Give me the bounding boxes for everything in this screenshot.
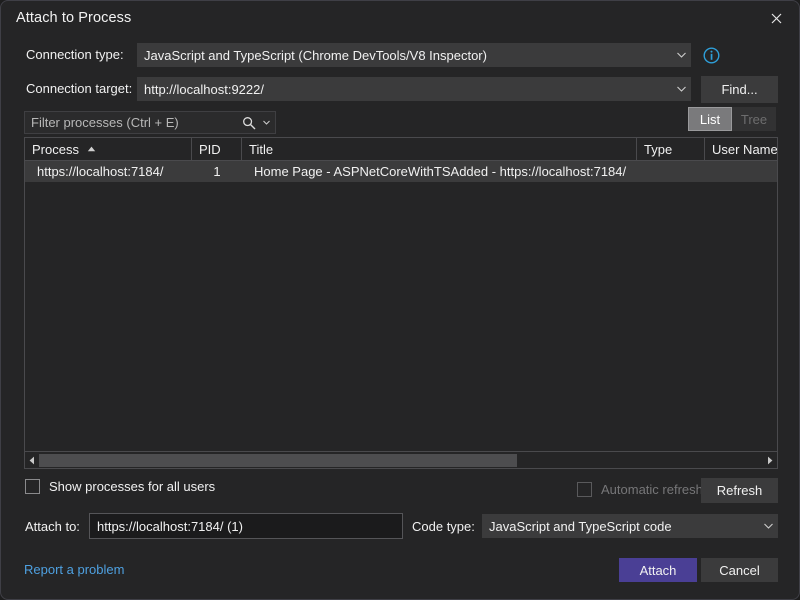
grid-horizontal-scrollbar[interactable] — [25, 451, 777, 468]
filter-placeholder: Filter processes (Ctrl + E) — [25, 115, 238, 130]
scrollbar-thumb[interactable] — [39, 454, 517, 467]
grid-column-header-title[interactable]: Title — [242, 138, 637, 160]
automatic-refresh-checkbox[interactable]: Automatic refresh — [577, 482, 703, 497]
connection-target-combobox[interactable]: http://localhost:9222/ — [137, 77, 691, 101]
scroll-right-arrow-icon[interactable] — [763, 453, 777, 468]
attach-to-process-dialog: Attach to Process Connection type: JavaS… — [0, 0, 800, 600]
grid-header-row: Process PID Title Type User Name — [25, 138, 777, 161]
info-icon[interactable] — [701, 45, 721, 65]
table-row[interactable]: https://localhost:7184/ 1 Home Page - AS… — [25, 161, 777, 182]
connection-type-combobox[interactable]: JavaScript and TypeScript (Chrome DevToo… — [137, 43, 691, 67]
grid-column-header-process[interactable]: Process — [25, 138, 192, 160]
view-mode-tree-button[interactable]: Tree — [732, 107, 776, 131]
attach-to-input[interactable]: https://localhost:7184/ (1) — [89, 513, 403, 539]
cell-type — [637, 161, 705, 182]
cancel-button[interactable]: Cancel — [701, 558, 778, 582]
code-type-value: JavaScript and TypeScript code — [483, 519, 760, 534]
checkbox-box — [25, 479, 40, 494]
dialog-title-bar: Attach to Process — [1, 1, 799, 37]
report-a-problem-link[interactable]: Report a problem — [24, 562, 124, 577]
view-mode-list-button[interactable]: List — [688, 107, 732, 131]
sort-ascending-icon — [87, 146, 96, 152]
dialog-title: Attach to Process — [16, 10, 131, 26]
attach-to-value: https://localhost:7184/ (1) — [90, 519, 243, 534]
grid-column-header-type[interactable]: Type — [637, 138, 705, 160]
chevron-down-icon[interactable] — [673, 52, 690, 58]
chevron-down-icon[interactable] — [673, 86, 690, 92]
close-icon[interactable] — [753, 1, 799, 35]
automatic-refresh-label: Automatic refresh — [601, 482, 703, 497]
process-list-grid: Process PID Title Type User Name https:/… — [24, 137, 778, 469]
connection-target-value: http://localhost:9222/ — [138, 82, 673, 97]
chevron-down-icon[interactable] — [260, 120, 275, 125]
connection-type-label: Connection type: — [26, 47, 124, 62]
grid-body: https://localhost:7184/ 1 Home Page - AS… — [25, 161, 777, 451]
cell-user-name — [705, 161, 777, 182]
code-type-combobox[interactable]: JavaScript and TypeScript code — [482, 514, 778, 538]
filter-processes-input[interactable]: Filter processes (Ctrl + E) — [24, 111, 276, 134]
code-type-label: Code type: — [412, 519, 475, 534]
show-processes-for-all-users-checkbox[interactable]: Show processes for all users — [25, 479, 215, 494]
attach-button[interactable]: Attach — [619, 558, 697, 582]
grid-column-header-user-name[interactable]: User Name — [705, 138, 777, 160]
attach-to-label: Attach to: — [25, 519, 80, 534]
connection-type-value: JavaScript and TypeScript (Chrome DevToo… — [138, 48, 673, 63]
scroll-left-arrow-icon[interactable] — [25, 453, 39, 468]
search-icon[interactable] — [238, 116, 260, 130]
cell-pid: 1 — [192, 161, 242, 182]
cell-title: Home Page - ASPNetCoreWithTSAdded - http… — [242, 161, 637, 182]
show-processes-for-all-users-label: Show processes for all users — [49, 479, 215, 494]
refresh-button[interactable]: Refresh — [701, 478, 778, 503]
grid-column-label-process: Process — [32, 142, 79, 157]
checkbox-box — [577, 482, 592, 497]
grid-column-header-pid[interactable]: PID — [192, 138, 242, 160]
find-button[interactable]: Find... — [701, 76, 778, 103]
scrollbar-track[interactable] — [39, 453, 763, 468]
cell-process: https://localhost:7184/ — [25, 161, 192, 182]
view-mode-toggle-group: List Tree — [688, 107, 776, 131]
connection-target-label: Connection target: — [26, 81, 132, 96]
chevron-down-icon[interactable] — [760, 523, 777, 529]
